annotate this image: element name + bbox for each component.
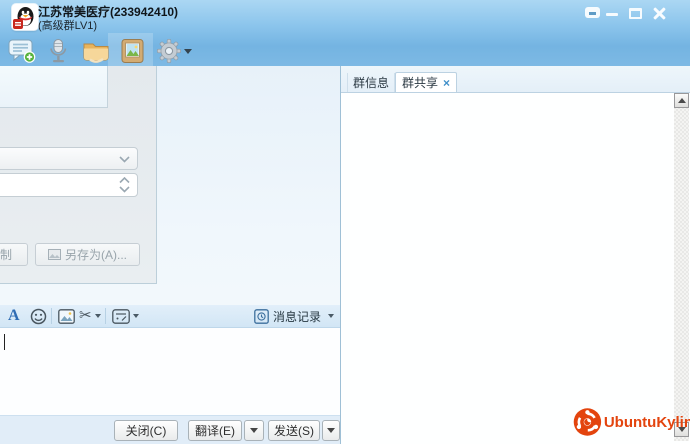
screenshot-button[interactable]: ✂ (79, 305, 101, 327)
minimize-button[interactable] (606, 13, 618, 16)
tab-group-share[interactable]: 群共享 × (395, 72, 457, 92)
photo-album-button[interactable] (120, 38, 148, 64)
group-avatar[interactable] (12, 4, 38, 30)
close-window-button[interactable] (652, 6, 667, 21)
footer-bar: 关闭(C) 翻译(E) 发送(S) (0, 415, 340, 444)
album-icon (120, 38, 146, 64)
file-share-button[interactable] (82, 38, 110, 64)
send-button[interactable]: 发送(S) (268, 420, 320, 441)
translate-button[interactable]: 翻译(E) (188, 420, 242, 441)
arrow-up-icon (678, 98, 686, 103)
titlebar[interactable]: 江苏常美医疗(233942410) (高级群LV1) (0, 0, 690, 66)
chat-add-icon (8, 38, 36, 64)
dialog-dropdown[interactable] (0, 147, 138, 170)
font-style-button[interactable]: A (8, 305, 20, 327)
send-options-button[interactable] (322, 420, 340, 441)
dropdown-arrow-icon (250, 428, 258, 433)
close-chat-button[interactable]: 关闭(C) (114, 420, 178, 441)
history-clock-icon (254, 309, 269, 324)
message-input[interactable] (0, 328, 340, 415)
group-side-panel: 群信息 群共享 × (341, 66, 690, 444)
group-level: (高级群LV1) (38, 17, 97, 33)
voice-call-button[interactable] (46, 38, 74, 64)
toolbar-separator (51, 308, 52, 324)
scroll-up-button[interactable] (674, 93, 689, 108)
dialog-partial-button[interactable]: 制 (0, 243, 28, 266)
gear-icon (156, 38, 182, 64)
ubuntukylin-logo-icon (573, 402, 602, 442)
minimize-to-tray-button[interactable] (585, 7, 600, 18)
settings-button[interactable] (156, 38, 184, 64)
dialog-preview-box (0, 66, 108, 108)
image-file-icon (48, 249, 61, 260)
save-as-button[interactable]: 另存为(A)... (35, 243, 140, 266)
emoji-button[interactable] (30, 305, 47, 327)
toolbar-separator (105, 308, 106, 324)
settings-dropdown-arrow[interactable] (184, 49, 192, 54)
scrollbar-track[interactable] (674, 93, 689, 441)
dialog-spinner-field[interactable] (0, 173, 138, 197)
history-dropdown-arrow (328, 314, 334, 318)
smiley-icon (30, 308, 47, 325)
partial-button-label: 制 (0, 246, 12, 263)
image-icon (58, 309, 75, 324)
chevron-down-icon (119, 156, 130, 163)
ubuntukylin-watermark: UbuntuKylin (573, 401, 690, 443)
qq-chat-window: 江苏常美医疗(233942410) (高级群LV1) (0, 0, 690, 444)
history-label: 消息记录 (273, 308, 321, 325)
tray-icon (589, 12, 596, 15)
save-as-label: 另存为(A)... (65, 246, 127, 263)
group-share-content (341, 93, 690, 444)
editor-toolbar: A ✂ (0, 305, 340, 328)
screenshot-dropdown-arrow (95, 314, 101, 318)
translate-options-button[interactable] (244, 420, 264, 441)
microphone-icon (46, 38, 70, 64)
chevron-up-icon (119, 177, 130, 184)
chat-window-icon (112, 309, 130, 324)
tab-close-icon[interactable]: × (443, 77, 450, 89)
create-discussion-button[interactable] (8, 38, 36, 64)
message-dropdown-arrow (133, 314, 139, 318)
tab-group-info[interactable]: 群信息 (347, 73, 395, 92)
text-caret (4, 334, 5, 350)
dropdown-arrow-icon (327, 428, 335, 433)
overlapping-dialog: 制 另存为(A)... (0, 66, 157, 284)
ubuntukylin-label: UbuntuKylin (604, 414, 690, 431)
scissors-icon: ✂ (79, 306, 92, 326)
maximize-button[interactable] (629, 8, 642, 19)
message-history-button[interactable]: 消息记录 (254, 305, 334, 327)
folder-share-icon (82, 38, 110, 64)
tab-strip: 群信息 群共享 × (341, 66, 690, 93)
chevron-down-icon (119, 186, 130, 193)
message-window-button[interactable] (112, 305, 139, 327)
qq-penguin-icon (12, 4, 38, 30)
send-image-button[interactable] (58, 305, 75, 327)
